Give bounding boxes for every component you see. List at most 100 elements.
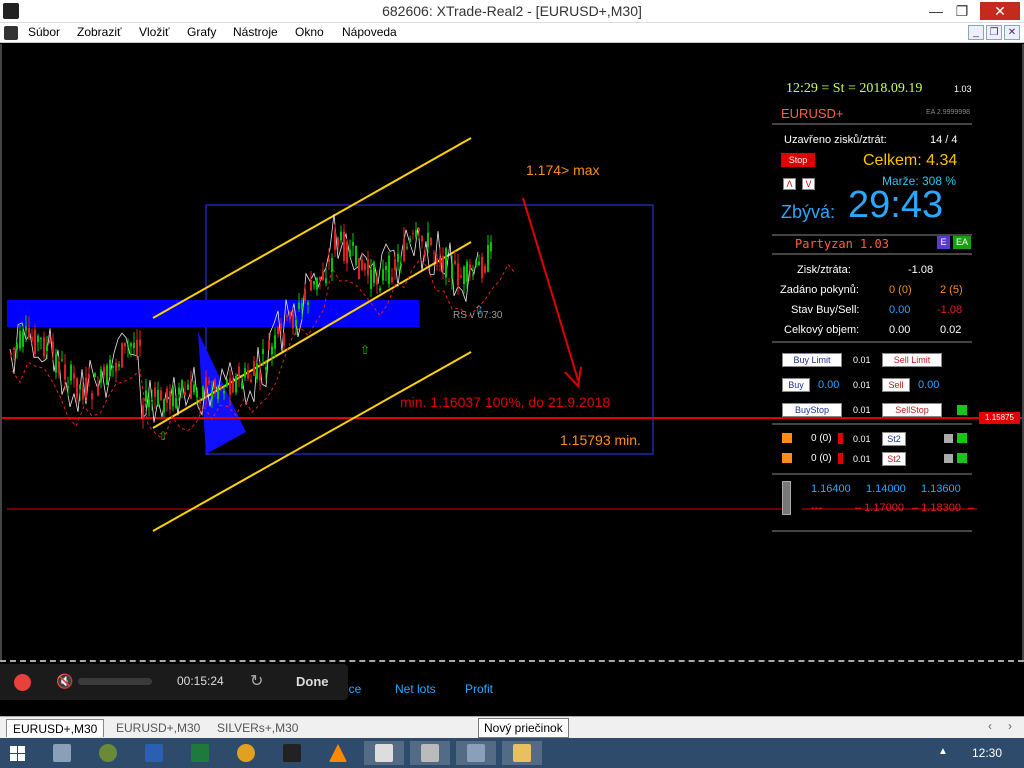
terminal-col-profit[interactable]: Profit bbox=[465, 682, 493, 696]
restart-icon[interactable]: ↻ bbox=[250, 671, 263, 691]
chart-window-icon[interactable] bbox=[4, 26, 18, 40]
child-minimize-button[interactable]: _ bbox=[968, 25, 984, 40]
buy-stop-lot[interactable]: 0.01 bbox=[853, 405, 871, 415]
minimize-button[interactable]: — bbox=[922, 2, 950, 20]
candle-body bbox=[337, 237, 339, 247]
buy-lot[interactable]: 0.01 bbox=[853, 380, 871, 390]
candle-body bbox=[250, 379, 252, 382]
sell-limit-button[interactable]: Sell Limit bbox=[882, 353, 942, 367]
taskbar-app[interactable] bbox=[134, 741, 174, 765]
chart-tab[interactable]: SILVERs+,M30 bbox=[211, 719, 304, 737]
taskbar-app[interactable] bbox=[364, 741, 404, 765]
candle-body bbox=[355, 245, 357, 266]
candle-body bbox=[145, 390, 147, 402]
volume-buy-value: 0.00 bbox=[889, 324, 911, 336]
child-restore-button[interactable]: ❐ bbox=[986, 25, 1002, 40]
row2-st2-button[interactable]: St2 bbox=[882, 452, 906, 466]
taskbar-app[interactable] bbox=[272, 741, 312, 765]
arrow-down-button[interactable]: V bbox=[802, 178, 815, 190]
taskbar-app[interactable] bbox=[318, 741, 358, 765]
row1-lot[interactable]: 0.01 bbox=[853, 434, 871, 444]
price-chart[interactable]: ⇧ ⇧ ⇧ 1.174> max min. 1,16037 100%, do 2… bbox=[0, 44, 1024, 660]
taskbar-app[interactable] bbox=[226, 741, 266, 765]
menu-window[interactable]: Okno bbox=[295, 25, 324, 39]
network-icon bbox=[99, 744, 117, 762]
menu-view[interactable]: Zobraziť bbox=[77, 25, 122, 39]
stop-button[interactable]: Stop bbox=[781, 153, 815, 167]
candle-body bbox=[49, 340, 51, 344]
row1-status[interactable] bbox=[957, 433, 967, 443]
menu-tools[interactable]: Nástroje bbox=[233, 25, 278, 39]
menu-charts[interactable]: Grafy bbox=[187, 25, 216, 39]
menu-help[interactable]: Nápoveda bbox=[342, 25, 397, 39]
buy-button[interactable]: Buy bbox=[782, 378, 810, 392]
candle-body bbox=[403, 238, 405, 262]
close-button[interactable]: ✕ bbox=[980, 2, 1020, 20]
buy-stop-button[interactable]: BuyStop bbox=[782, 403, 842, 417]
candle-body bbox=[475, 260, 477, 266]
arrow-up-button[interactable]: Λ bbox=[783, 178, 796, 190]
done-button[interactable]: Done bbox=[296, 674, 329, 689]
level-slider[interactable] bbox=[782, 481, 791, 515]
candle-body bbox=[415, 230, 417, 238]
row2-minus-icon[interactable] bbox=[782, 453, 792, 463]
candle-body bbox=[286, 315, 288, 318]
sell-value: 0.00 bbox=[918, 379, 940, 391]
windows-start-icon[interactable] bbox=[10, 746, 25, 761]
row2-toggle[interactable] bbox=[944, 454, 953, 463]
candle-body bbox=[184, 392, 186, 396]
tab-scroll-right-icon[interactable]: › bbox=[1008, 719, 1012, 733]
menu-file[interactable]: Súbor bbox=[28, 25, 60, 39]
candle-body bbox=[391, 277, 393, 282]
row2-status[interactable] bbox=[957, 453, 967, 463]
child-close-button[interactable]: ✕ bbox=[1004, 25, 1020, 40]
mic-muted-icon[interactable]: 🔇 bbox=[56, 673, 73, 690]
maximize-button[interactable]: ❐ bbox=[948, 2, 976, 20]
chrome-icon bbox=[237, 744, 255, 762]
vlc-icon bbox=[329, 744, 347, 762]
candle-body bbox=[259, 372, 261, 380]
sell-stop-button[interactable]: SellStop bbox=[882, 403, 942, 417]
candle-body bbox=[418, 228, 420, 231]
row1-minus-icon[interactable] bbox=[782, 433, 792, 443]
taskbar-app[interactable] bbox=[456, 741, 496, 765]
tooltip: Nový priečinok bbox=[478, 718, 569, 738]
row2-lot[interactable]: 0.01 bbox=[853, 454, 871, 464]
taskbar-app[interactable] bbox=[88, 741, 128, 765]
candle-body bbox=[115, 362, 117, 372]
taskbar-clock[interactable]: 12:30 bbox=[972, 746, 1002, 760]
ea-button[interactable]: EA bbox=[953, 236, 971, 249]
record-icon[interactable] bbox=[14, 674, 31, 691]
sell-button[interactable]: Sell bbox=[882, 378, 910, 392]
taskbar-app[interactable] bbox=[180, 741, 220, 765]
candle-body bbox=[340, 231, 342, 241]
candle-body bbox=[373, 262, 375, 283]
terminal-col-price[interactable]: ice bbox=[346, 682, 361, 696]
menu-bar: Súbor Zobraziť Vložiť Grafy Nástroje Okn… bbox=[0, 23, 1024, 43]
title-bar: 682606: XTrade-Real2 - [EURUSD+,M30] — ❐… bbox=[0, 0, 1024, 23]
chart-tab[interactable]: EURUSD+,M30 bbox=[110, 719, 206, 737]
buy-limit-button[interactable]: Buy Limit bbox=[782, 353, 842, 367]
candle-body bbox=[412, 233, 414, 235]
buy-limit-lot[interactable]: 0.01 bbox=[853, 355, 871, 365]
tray-up-arrow-icon[interactable]: ▲ bbox=[938, 746, 948, 757]
chart-tab[interactable]: EURUSD+,M30 bbox=[6, 719, 105, 737]
row1-st2-button[interactable]: St2 bbox=[882, 432, 906, 446]
candle-body bbox=[283, 333, 285, 346]
taskbar-app[interactable] bbox=[502, 741, 542, 765]
e-button[interactable]: E bbox=[937, 236, 950, 249]
candle-body bbox=[439, 257, 441, 263]
row1-toggle[interactable] bbox=[944, 434, 953, 443]
taskbar-app[interactable] bbox=[410, 741, 450, 765]
row2-indicator bbox=[838, 453, 843, 464]
candle-body bbox=[280, 323, 282, 330]
taskbar-app[interactable] bbox=[42, 741, 82, 765]
sell-stop-indicator[interactable] bbox=[957, 405, 967, 415]
xm-icon bbox=[283, 744, 301, 762]
menu-insert[interactable]: Vložiť bbox=[139, 25, 170, 39]
tab-scroll-left-icon[interactable]: ‹ bbox=[988, 719, 992, 733]
candle-body bbox=[343, 231, 345, 261]
candle-body bbox=[442, 256, 444, 271]
terminal-col-netlots[interactable]: Net lots bbox=[395, 682, 436, 696]
candle-body bbox=[205, 377, 207, 395]
